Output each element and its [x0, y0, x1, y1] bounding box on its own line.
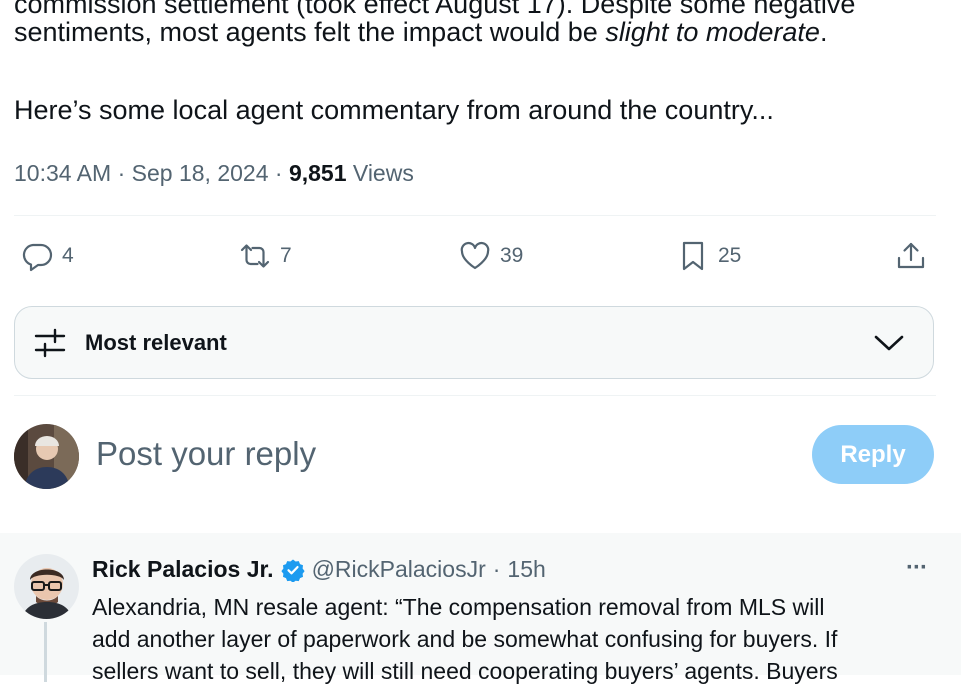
bookmark-icon [682, 241, 704, 271]
reply-time[interactable]: 15h [507, 556, 545, 583]
verified-badge-icon [280, 559, 305, 582]
tweet-text-line-3: Here’s some local agent commentary from … [14, 95, 774, 125]
reply-sort-dropdown[interactable]: Most relevant [14, 306, 934, 379]
divider [14, 215, 936, 216]
user-photo-avatar-icon [14, 424, 79, 489]
tweet-text-line-2-suffix: . [819, 17, 828, 47]
reply-author-avatar[interactable] [14, 554, 79, 619]
reply-input[interactable]: Post your reply [96, 432, 316, 476]
views-count: 9,851 [288, 160, 347, 186]
bookmark-count: 25 [718, 244, 742, 267]
bookmark-action-button[interactable]: 25 [676, 236, 741, 276]
meta-separator: · [492, 556, 501, 582]
reply-action-button[interactable]: 4 [20, 236, 74, 276]
tweet-time[interactable]: 10:34 AM [14, 160, 111, 186]
sort-label: Most relevant [85, 329, 227, 355]
repost-action-button[interactable]: 7 [238, 236, 292, 276]
tweet-date[interactable]: Sep 18, 2024 [132, 160, 269, 186]
share-upload-icon [897, 242, 925, 269]
reply-header: Rick Palacios Jr. @RickPalaciosJr · 15h [92, 556, 546, 583]
reply-author-name[interactable]: Rick Palacios Jr. [92, 556, 274, 583]
reply-text-line-3: sellers want to sell, they will still ne… [92, 658, 838, 684]
tweet-meta: 10:34 AM · Sep 18, 2024 · 9,851 Views [14, 157, 414, 189]
repost-arrows-icon [240, 244, 270, 268]
reply-text-line-2: add another layer of paperwork and be so… [92, 626, 838, 652]
reply-submit-button[interactable]: Reply [812, 425, 934, 484]
tweet-text-line-2: sentiments, most agents felt the impact … [14, 14, 827, 50]
author-photo-avatar-icon [14, 554, 79, 619]
speech-bubble-icon [22, 243, 53, 272]
heart-icon [460, 241, 490, 270]
reply-text-line-1: Alexandria, MN resale agent: “The compen… [92, 594, 825, 620]
like-action-button[interactable]: 39 [458, 236, 523, 276]
divider [14, 395, 936, 396]
current-user-avatar[interactable] [14, 424, 79, 489]
more-options-icon[interactable]: ··· [906, 554, 928, 582]
meta-separator: · [274, 160, 283, 186]
repost-count: 7 [280, 244, 292, 267]
tweet-text-emphasis: slight to moderate [605, 17, 820, 47]
thread-connector-line [44, 622, 47, 682]
chevron-down-icon [874, 335, 904, 350]
like-count: 39 [500, 244, 524, 267]
views-label: Views [352, 160, 414, 186]
tweet-text-line-2-prefix: sentiments, most agents felt the impact … [14, 17, 606, 47]
meta-separator: · [117, 160, 126, 186]
sliders-icon [34, 328, 66, 357]
share-action-button[interactable] [894, 236, 928, 276]
reply-count: 4 [62, 244, 74, 267]
reply-author-handle[interactable]: @RickPalaciosJr [312, 556, 486, 583]
